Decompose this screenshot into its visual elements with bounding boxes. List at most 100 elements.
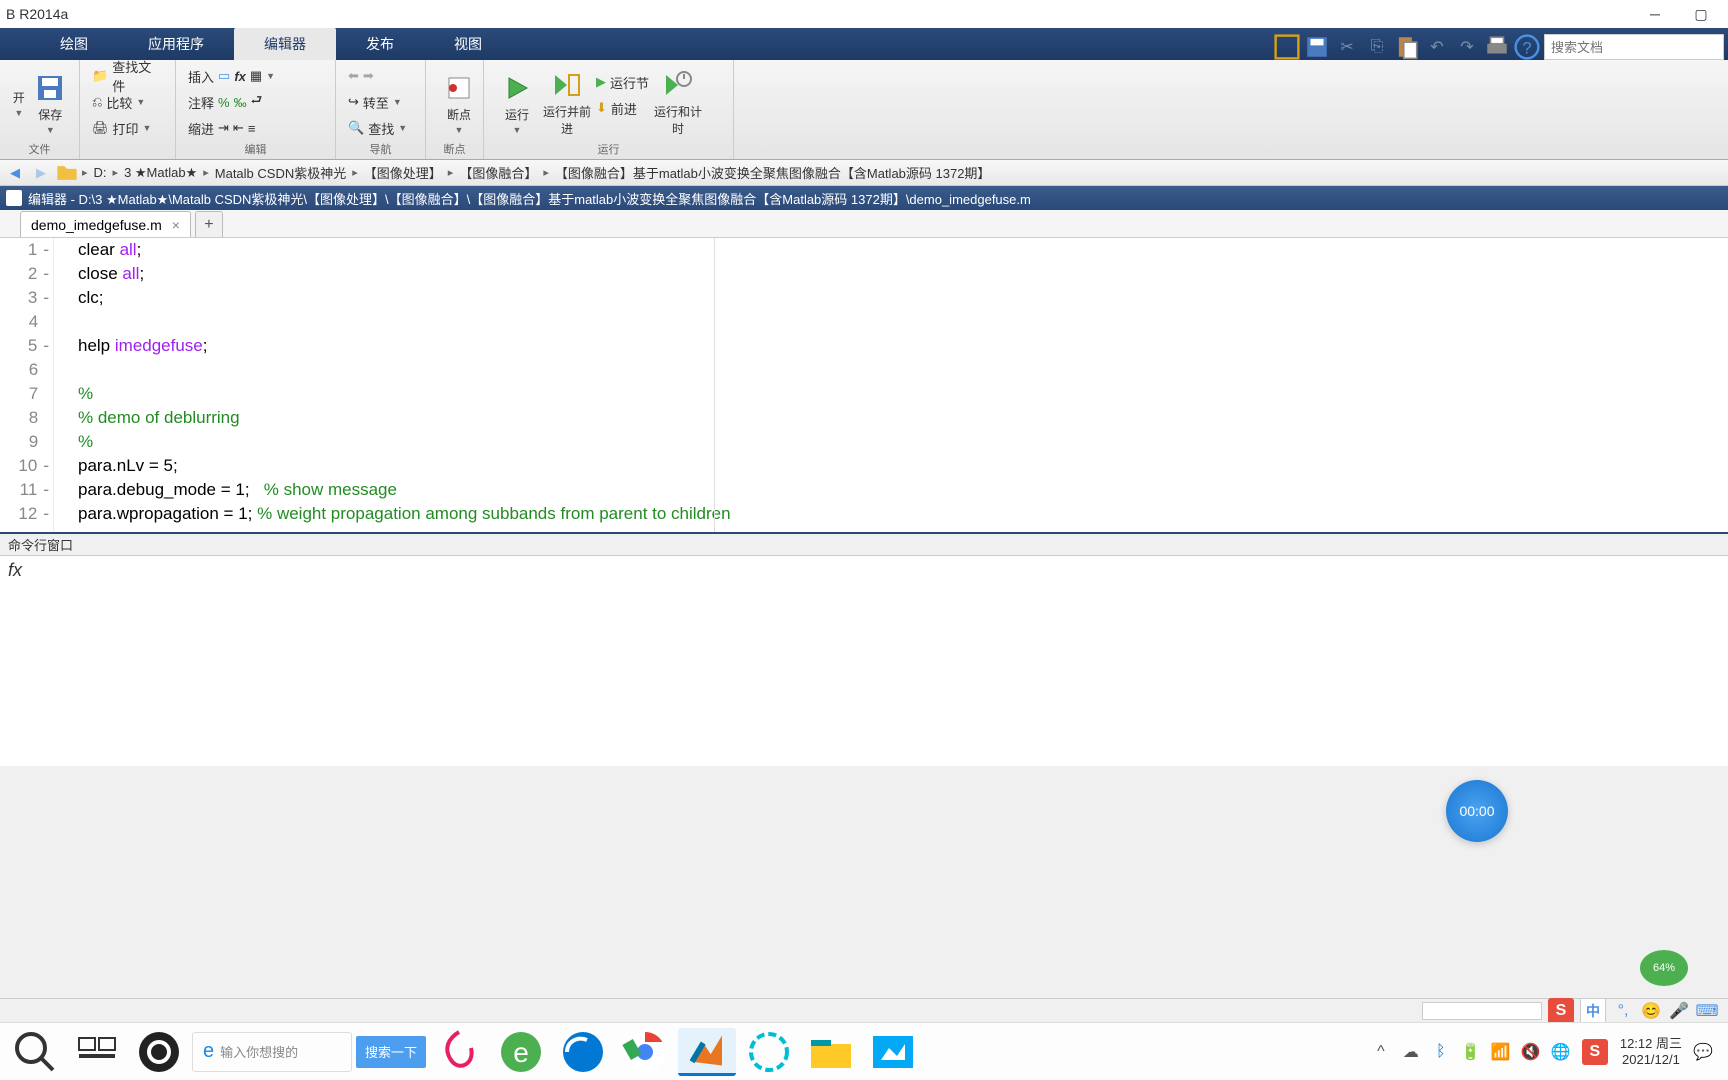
breakpoints-button[interactable]: 断点 ▼	[434, 64, 484, 142]
search-button[interactable]	[6, 1028, 64, 1076]
find-files-button[interactable]: 📁查找文件	[88, 64, 167, 88]
group-label-run: 运行	[484, 141, 733, 157]
code-area[interactable]: clear all;close all;clc; help imedgefuse;…	[54, 238, 1728, 532]
code-editor[interactable]: 1-2-3-4 5-6 7 8 9 10-11-12- clear all;cl…	[0, 238, 1728, 534]
gutter: 1-2-3-4 5-6 7 8 9 10-11-12-	[0, 238, 54, 532]
save-button[interactable]: 保存 ▼	[30, 64, 71, 142]
ime-sogou-icon[interactable]: S	[1548, 998, 1574, 1024]
code-line[interactable]: para.nLv = 5;	[78, 454, 1728, 478]
crumb-1[interactable]: 3 ★Matlab★	[122, 165, 199, 181]
code-line[interactable]: % demo of deblurring	[78, 406, 1728, 430]
tab-apps[interactable]: 应用程序	[118, 28, 234, 60]
run-button[interactable]: 运行 ▼	[492, 64, 542, 142]
help-icon[interactable]: ?	[1514, 34, 1540, 60]
language-icon[interactable]: 🌐	[1552, 1043, 1570, 1061]
ime-keyboard-icon[interactable]: ⌨	[1696, 1000, 1718, 1022]
cut-icon[interactable]: ✂	[1334, 34, 1360, 60]
tab-editor[interactable]: 编辑器	[234, 28, 336, 60]
copy-icon[interactable]: ⎘	[1364, 34, 1390, 60]
goto-button[interactable]: ↪转至▼	[344, 90, 411, 114]
code-line[interactable]: %	[78, 382, 1728, 406]
run-advance-button[interactable]: 运行并前进	[542, 64, 592, 142]
redo-icon[interactable]: ↷	[1454, 34, 1480, 60]
ime-tray-icon[interactable]: S	[1582, 1039, 1608, 1065]
tab-publish[interactable]: 发布	[336, 28, 424, 60]
crumb-drive[interactable]: D:	[92, 165, 109, 180]
open-button[interactable]: 开 ▼	[8, 64, 30, 142]
edge-icon[interactable]	[554, 1028, 612, 1076]
code-line[interactable]	[78, 358, 1728, 382]
chrome-icon[interactable]	[616, 1028, 674, 1076]
ime-punct-icon[interactable]: °,	[1612, 1000, 1634, 1022]
undo-icon[interactable]: ↶	[1424, 34, 1450, 60]
compare-icon: ⎌	[92, 94, 102, 110]
fx-icon: fx	[234, 69, 246, 84]
crumb-2[interactable]: Matalb CSDN紫极神光	[213, 163, 348, 182]
code-line[interactable]: para.debug_mode = 1; % show message	[78, 478, 1728, 502]
file-tab[interactable]: demo_imedgefuse.m ×	[20, 211, 191, 237]
command-window[interactable]: fx	[0, 556, 1728, 766]
folder-icon[interactable]	[56, 162, 78, 184]
nav-back-button[interactable]: ⬅ ➡	[344, 64, 411, 88]
battery-icon[interactable]: 🔋	[1462, 1043, 1480, 1061]
insert-button[interactable]: 插入 ▭ fx ▦▼	[184, 64, 279, 88]
dropdown-icon: ▼	[398, 123, 407, 133]
window-layout-icon[interactable]	[1274, 34, 1300, 60]
crumb-4[interactable]: 【图像融合】	[457, 163, 539, 182]
uncomment-icon: ‰	[234, 95, 247, 110]
toolstrip: 开 ▼ 保存 ▼ 文件 📁查找文件 ⎌比较▼ 🖨打印▼ 插入 ▭ fx ▦▼ 注…	[0, 60, 1728, 160]
code-line[interactable]: clear all;	[78, 238, 1728, 262]
crumb-3[interactable]: 【图像处理】	[362, 163, 444, 182]
task-view-button[interactable]	[68, 1028, 126, 1076]
taskbar-search[interactable]: e 输入你想搜的	[192, 1032, 352, 1072]
taskbar-search-button[interactable]: 搜索一下	[356, 1036, 426, 1068]
app-2-icon[interactable]	[740, 1028, 798, 1076]
photos-icon[interactable]	[864, 1028, 922, 1076]
bluetooth-icon[interactable]: ᛒ	[1432, 1043, 1450, 1061]
matlab-icon[interactable]	[678, 1028, 736, 1076]
indent-button[interactable]: 缩进 ⇥ ⇤ ≡	[184, 116, 279, 140]
explorer-icon[interactable]	[802, 1028, 860, 1076]
ime-lang[interactable]: 中	[1580, 998, 1606, 1024]
notifications-icon[interactable]: 💬	[1694, 1043, 1712, 1061]
tab-view[interactable]: 视图	[424, 28, 512, 60]
tray-up-icon[interactable]: ^	[1372, 1043, 1390, 1061]
code-line[interactable]: help imedgefuse;	[78, 334, 1728, 358]
svg-text:e: e	[513, 1037, 529, 1068]
app-1-icon[interactable]	[430, 1028, 488, 1076]
tab-plot[interactable]: 绘图	[30, 28, 118, 60]
wifi-icon[interactable]: 📶	[1492, 1043, 1510, 1061]
compare-button[interactable]: ⎌比较▼	[88, 90, 167, 114]
code-line[interactable]	[78, 310, 1728, 334]
code-line[interactable]: para.wpropagation = 1; % weight propagat…	[78, 502, 1728, 526]
code-line[interactable]: clc;	[78, 286, 1728, 310]
onedrive-icon[interactable]: ☁	[1402, 1043, 1420, 1061]
find-button[interactable]: 🔍查找▼	[344, 116, 411, 140]
print-button[interactable]: 🖨打印▼	[88, 116, 167, 140]
run-time-button[interactable]: 运行和计时	[653, 64, 703, 142]
close-icon[interactable]: ×	[172, 217, 180, 233]
maximize-button[interactable]: ▢	[1678, 0, 1724, 28]
code-line[interactable]: close all;	[78, 262, 1728, 286]
ime-mic-icon[interactable]: 🎤	[1668, 1000, 1690, 1022]
clock[interactable]: 12:12 周三 2021/12/1	[1620, 1036, 1682, 1067]
add-tab-button[interactable]: +	[195, 211, 223, 237]
print-icon[interactable]	[1484, 34, 1510, 60]
advance-button[interactable]: ⬇前进	[592, 96, 653, 120]
search-input[interactable]	[1544, 34, 1724, 60]
comment-button[interactable]: 注释 % ‰ ⮐	[184, 90, 279, 114]
run-section-button[interactable]: ▶运行节	[592, 70, 653, 94]
obs-icon[interactable]	[130, 1028, 188, 1076]
code-line[interactable]: %	[78, 430, 1728, 454]
back-button[interactable]: ◀	[4, 162, 26, 184]
minimize-button[interactable]: ─	[1632, 0, 1678, 28]
crumb-5[interactable]: 【图像融合】基于matlab小波变换全聚焦图像融合【含Matlab源码 1372…	[553, 163, 993, 182]
arrow-left-icon: ⬅	[348, 68, 359, 84]
volume-icon[interactable]: 🔇	[1522, 1043, 1540, 1061]
forward-button[interactable]: ▶	[30, 162, 52, 184]
paste-icon[interactable]	[1394, 34, 1420, 60]
browser-360-icon[interactable]: e	[492, 1028, 550, 1076]
save-icon[interactable]	[1304, 34, 1330, 60]
gutter-line: 4	[0, 310, 49, 334]
ime-emoji-icon[interactable]: 😊	[1640, 1000, 1662, 1022]
